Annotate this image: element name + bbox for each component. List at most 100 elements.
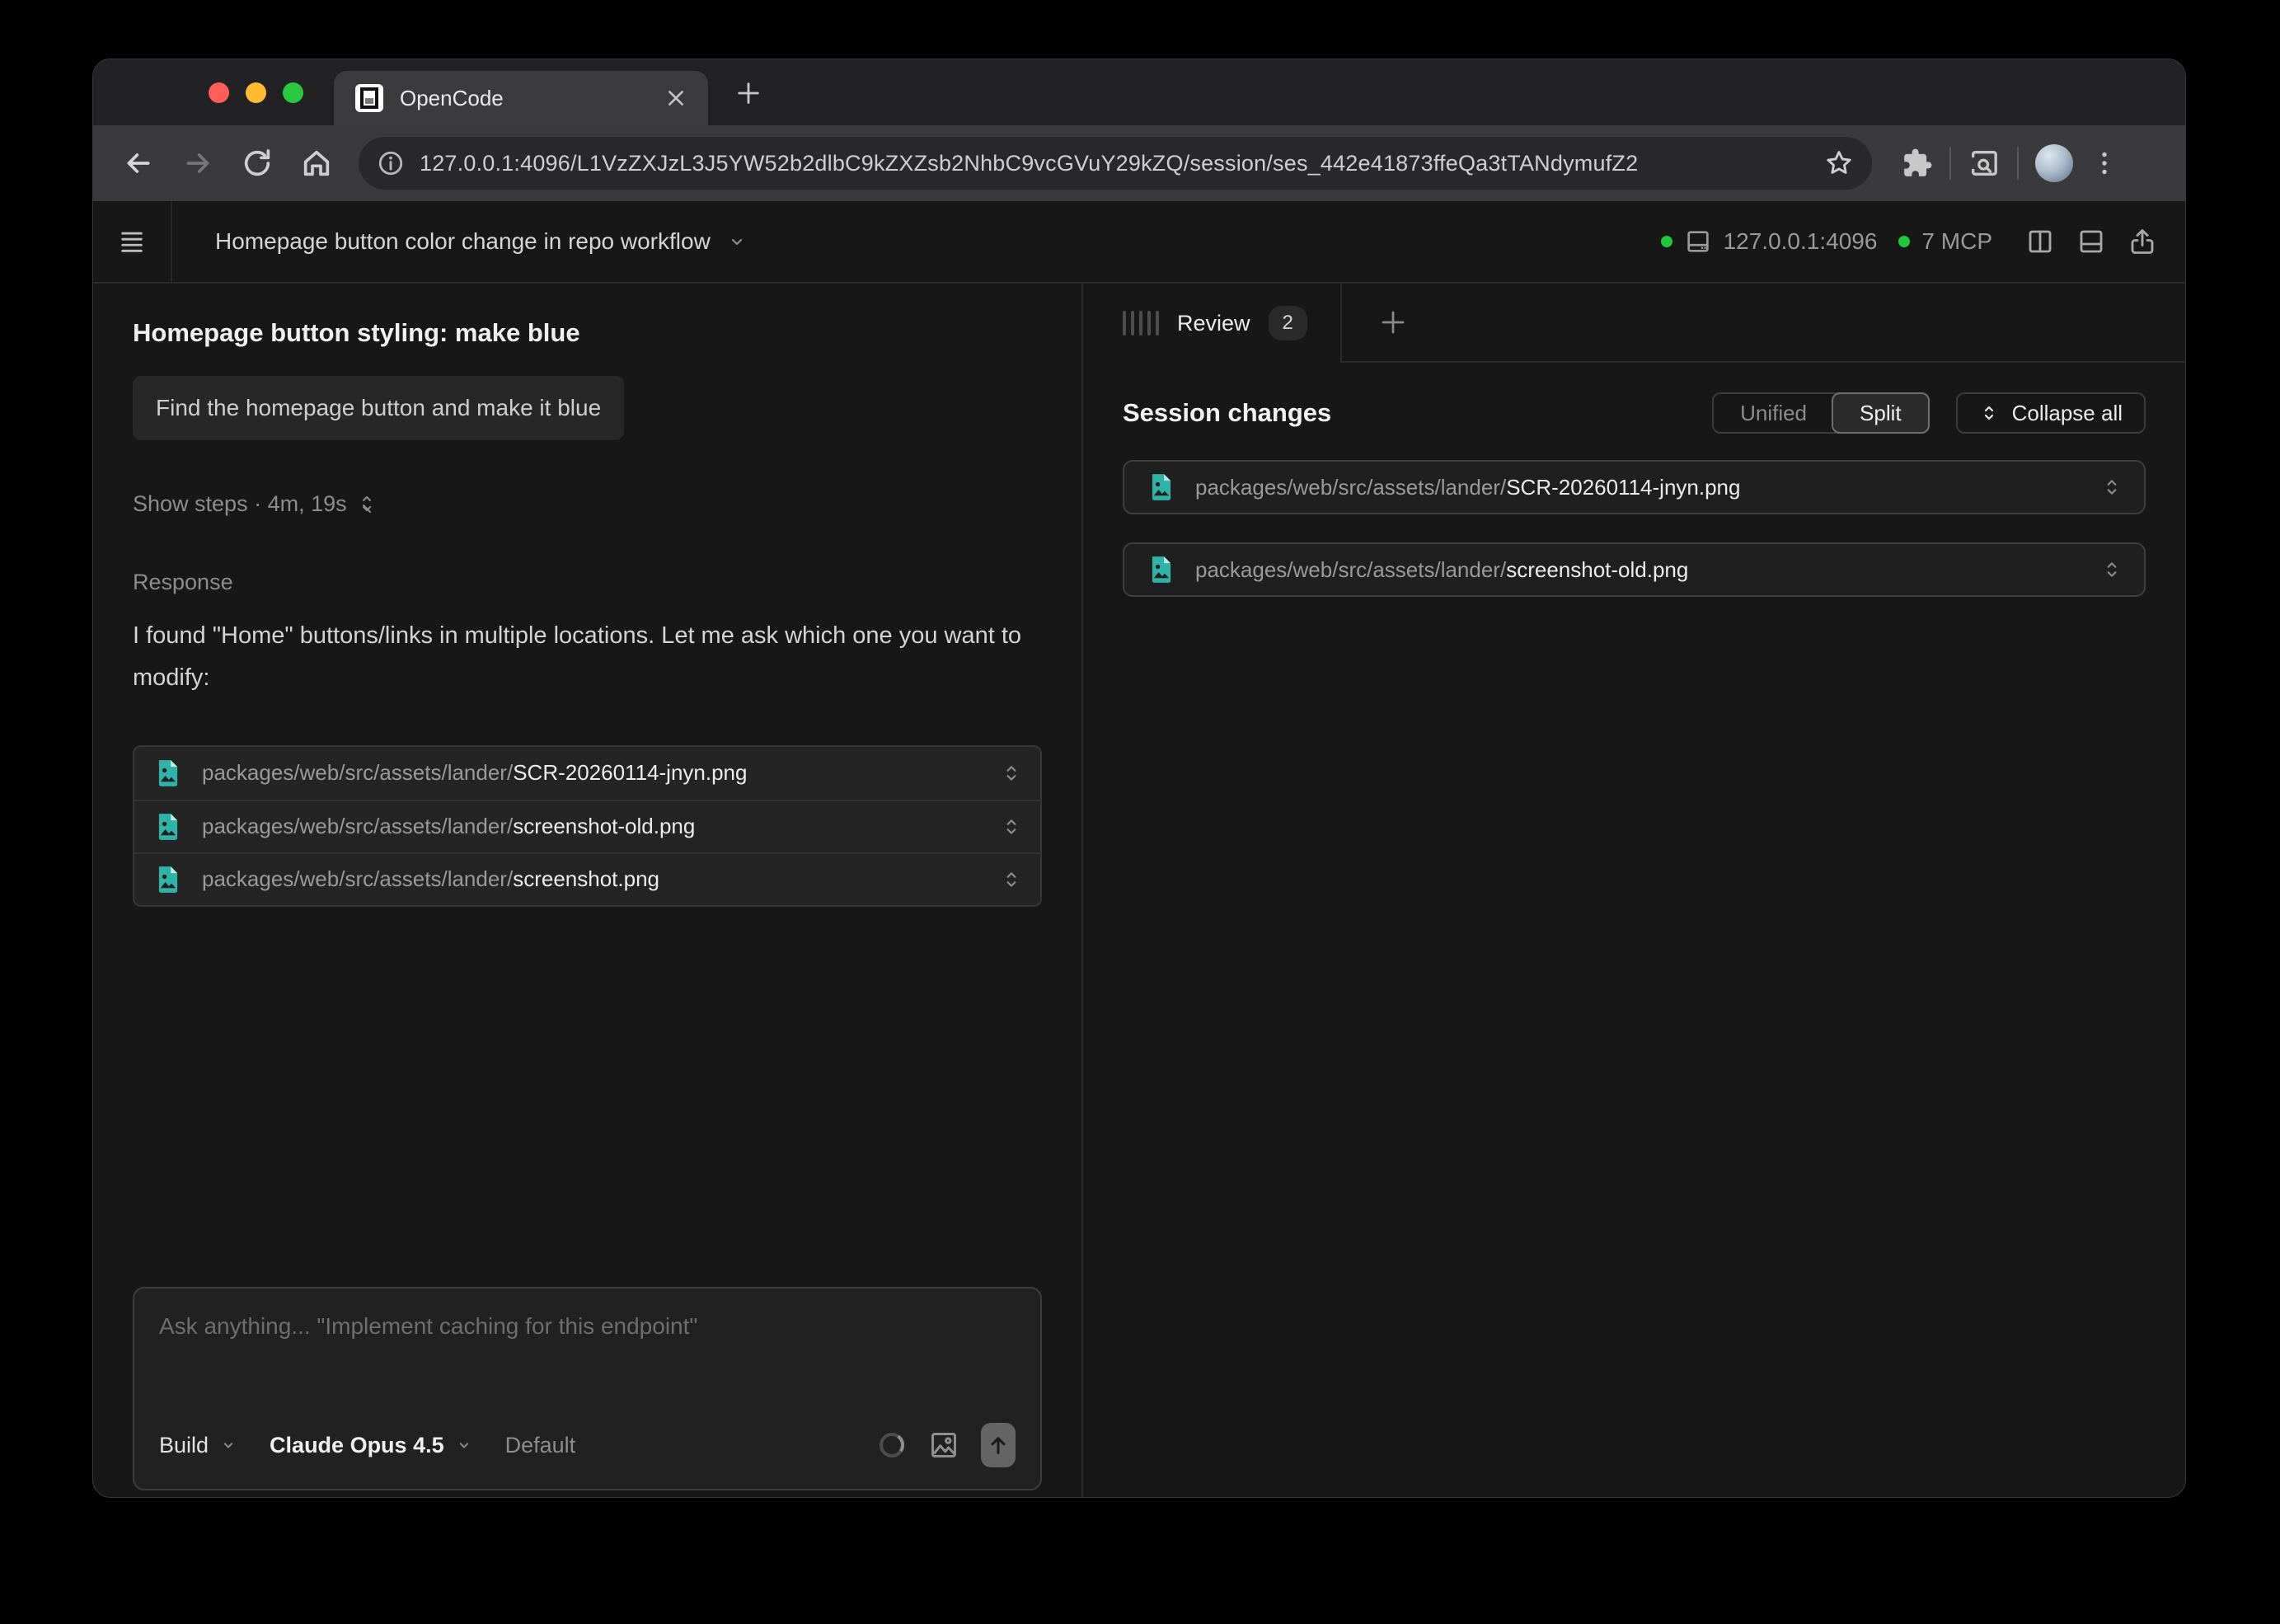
opencode-favicon-icon [355,84,383,112]
sidebar-menu-button[interactable] [93,201,171,282]
profile-avatar[interactable] [2035,144,2073,182]
review-tab-bar-rest [1342,284,2185,363]
composer-actions [877,1423,1016,1467]
diff-view-segment: Unified Split [1712,392,1930,434]
unfold-icon [2101,559,2123,580]
session-changes-section: Session changes Unified Split Collapse a… [1083,363,2185,655]
file-option-row[interactable]: packages/web/src/assets/lander/SCR-20260… [134,747,1040,800]
add-review-tab-button[interactable] [1378,307,1408,337]
mcp-status-dot [1898,236,1910,247]
image-file-icon [1146,554,1177,585]
image-file-icon [152,811,184,843]
browser-menu-icon[interactable] [2090,148,2119,178]
session-changes-title: Session changes [1123,398,1331,428]
extensions-icon[interactable] [1902,148,1933,179]
unfold-icon [357,495,377,514]
zoom-window-button[interactable] [283,82,303,103]
server-icon [1684,228,1712,256]
search-tabs-icon[interactable] [1968,147,2001,180]
server-status[interactable]: 127.0.0.1:4096 [1661,228,1878,256]
close-tab-icon[interactable] [665,87,687,109]
server-status-dot [1661,236,1672,247]
file-path: packages/web/src/assets/lander/screensho… [202,814,695,839]
file-option-row[interactable]: packages/web/src/assets/lander/screensho… [134,800,1040,852]
file-path: packages/web/src/assets/lander/SCR-20260… [202,760,747,786]
chevron-down-icon [220,1437,237,1453]
collapse-all-button[interactable]: Collapse all [1956,392,2146,434]
forward-button[interactable] [174,139,222,187]
drag-handle-icon[interactable] [1123,311,1159,336]
review-panel: Review 2 Session changes Unified Split [1083,284,2185,1497]
response-label: Response [133,570,1042,595]
app-header: Homepage button color change in repo wor… [93,201,2185,284]
toolbar-separator [1949,147,1951,180]
unfold-icon [1001,869,1022,890]
unfold-icon [1001,816,1022,838]
tab-title: OpenCode [400,86,649,111]
response-text: I found "Home" buttons/links in multiple… [133,615,1031,699]
file-path: packages/web/src/assets/lander/screensho… [1195,557,1688,583]
split-horizontal-icon[interactable] [2076,227,2106,256]
home-button[interactable] [293,139,340,187]
main-area: Homepage button styling: make blue Find … [93,284,2185,1497]
unfold-icon [1979,403,1999,423]
split-view-button[interactable]: Split [1832,392,1930,434]
url-text[interactable]: 127.0.0.1:4096/L1VzZXJzL3J5YW52b2dlbC9kZ… [420,151,1809,176]
browser-toolbar: 127.0.0.1:4096/L1VzZXJzL3J5YW52b2dlbC9kZ… [93,125,2185,201]
address-bar[interactable]: 127.0.0.1:4096/L1VzZXJzL3J5YW52b2dlbC9kZ… [359,137,1872,190]
toolbar-separator [2017,147,2019,180]
minimize-window-button[interactable] [246,82,266,103]
share-icon[interactable] [2128,227,2157,256]
browser-window: OpenCode 127.0.0.1:4096/L1VzZXJzL3J5YW52… [92,59,2186,1498]
site-info-icon[interactable] [377,149,405,177]
mode-dropdown[interactable]: Build [159,1433,237,1458]
mode-label: Build [159,1433,209,1458]
split-vertical-icon[interactable] [2025,227,2055,256]
model-dropdown[interactable]: Claude Opus 4.5 [270,1433,472,1458]
session-changes-header: Session changes Unified Split Collapse a… [1123,392,2146,434]
show-steps-toggle[interactable]: Show steps · 4m, 19s [133,491,377,517]
window-controls [209,82,303,103]
chevron-down-icon [727,232,747,251]
toolbar-right [1902,144,2119,182]
user-message: Find the homepage button and make it blu… [133,376,624,440]
unfold-icon [1001,763,1022,784]
send-button[interactable] [981,1423,1016,1467]
show-steps-label: Show steps · 4m, 19s [133,491,347,517]
review-tab-bar: Review 2 [1083,284,2185,363]
mcp-status[interactable]: 7 MCP [1898,228,1992,255]
reload-button[interactable] [233,139,281,187]
browser-tab-strip: OpenCode [93,59,2185,125]
file-option-list: packages/web/src/assets/lander/SCR-20260… [133,745,1042,907]
session-title-dropdown[interactable]: Homepage button color change in repo wor… [215,228,747,255]
agent-label: Default [505,1433,576,1458]
back-button[interactable] [115,139,162,187]
review-tab-label: Review [1177,311,1250,336]
composer-input[interactable] [159,1313,1016,1423]
unified-view-button[interactable]: Unified [1714,394,1833,432]
new-tab-button[interactable] [730,74,767,112]
file-path: packages/web/src/assets/lander/screensho… [202,866,659,892]
browser-tab[interactable]: OpenCode [334,71,708,125]
header-status-area: 127.0.0.1:4096 7 MCP [1661,227,2185,256]
chat-title: Homepage button styling: make blue [133,318,1042,348]
image-file-icon [1146,472,1177,503]
layout-controls [2025,227,2157,256]
header-divider [171,201,172,282]
close-window-button[interactable] [209,82,229,103]
changed-file-row[interactable]: packages/web/src/assets/lander/SCR-20260… [1123,460,2146,514]
collapse-all-label: Collapse all [2012,401,2123,426]
file-option-row[interactable]: packages/web/src/assets/lander/screensho… [134,852,1040,905]
message-composer: Build Claude Opus 4.5 Default [133,1287,1042,1490]
diff-controls: Unified Split Collapse all [1712,392,2146,434]
mcp-count-text: 7 MCP [1921,228,1992,255]
tab-review[interactable]: Review 2 [1083,284,1342,363]
image-file-icon [152,864,184,895]
unfold-icon [2101,476,2123,498]
attach-image-icon[interactable] [928,1429,959,1461]
model-label: Claude Opus 4.5 [270,1433,444,1458]
context-usage-ring-icon [877,1430,907,1460]
review-count-badge: 2 [1269,306,1307,340]
changed-file-row[interactable]: packages/web/src/assets/lander/screensho… [1123,542,2146,597]
bookmark-star-icon[interactable] [1824,148,1854,178]
